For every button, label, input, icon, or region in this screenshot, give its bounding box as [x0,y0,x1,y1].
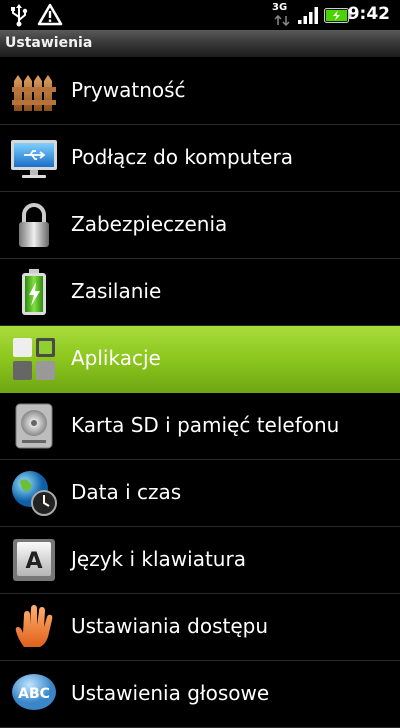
settings-item-label: Podłącz do komputera [71,145,293,169]
settings-list: Prywatność Podłącz do komputera Zabezpie… [0,58,400,728]
settings-item-label: Aplikacje [71,346,161,370]
settings-item-voice[interactable]: ABC Ustawienia głosowe [0,661,400,728]
abc-speech-icon: ABC [12,674,56,710]
padlock-icon [19,203,49,247]
title-bar: Ustawienia [0,30,400,58]
signal-icon [298,7,318,24]
settings-item-label: Zabezpieczenia [71,212,228,236]
keyboard-key-icon: A [13,539,55,581]
globe-clock-icon [12,471,57,516]
settings-item-label: Ustawienia głosowe [71,681,270,705]
settings-item-label: Zasilanie [71,279,162,303]
monitor-usb-icon [11,140,57,178]
apps-grid-icon [13,338,55,380]
network-label: 3G [272,2,288,13]
network-3g-icon: 3G [272,2,292,28]
usb-icon [11,4,28,27]
status-bar: 3G 9:42 [0,0,400,30]
fence-icon [12,75,56,111]
settings-item-label: Karta SD i pamięć telefonu [71,413,340,437]
settings-item-label: Prywatność [71,78,186,102]
settings-item-label: Data i czas [71,480,182,504]
settings-item-label: Język i klawiatura [71,547,246,571]
settings-item-date-time[interactable]: Data i czas [0,460,400,527]
warning-icon [37,3,63,26]
svg-text:A: A [25,549,42,574]
settings-item-privacy[interactable]: Prywatność [0,58,400,125]
sd-storage-icon [15,403,53,449]
svg-text:ABC: ABC [18,686,50,702]
settings-item-language-keyboard[interactable]: A Język i klawiatura [0,527,400,594]
settings-item-label: Ustawiania dostępu [71,614,269,638]
settings-item-sd-storage[interactable]: Karta SD i pamięć telefonu [0,393,400,460]
settings-item-power[interactable]: Zasilanie [0,259,400,326]
clock: 9:42 [347,4,390,24]
settings-item-accessibility[interactable]: Ustawiania dostępu [0,594,400,661]
settings-item-applications[interactable]: Aplikacje [0,326,400,393]
settings-item-security[interactable]: Zabezpieczenia [0,192,400,259]
battery-icon [22,269,46,315]
settings-item-connect-to-pc[interactable]: Podłącz do komputera [0,125,400,192]
page-title: Ustawienia [5,35,93,51]
hand-icon [15,605,53,647]
